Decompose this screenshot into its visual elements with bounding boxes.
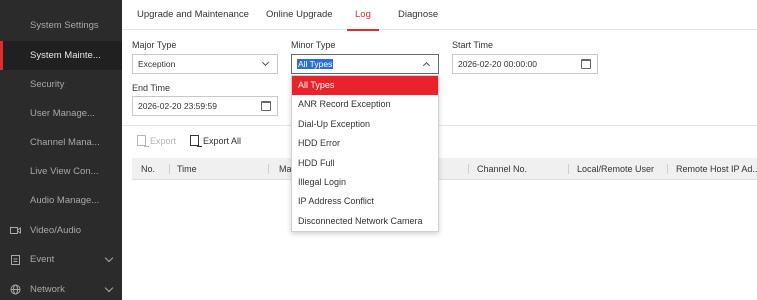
end-time-value: 2026-02-20 23:59:59: [138, 101, 217, 111]
column-divider: [568, 164, 569, 174]
sidebar-item-audio-management[interactable]: Audio Manage...: [0, 186, 122, 215]
column-divider: [169, 164, 170, 174]
sidebar-item-label: Live View Con...: [30, 166, 99, 177]
chevron-down-icon: [104, 253, 114, 263]
column-divider: [468, 164, 469, 174]
sidebar-item-label: Audio Manage...: [30, 195, 100, 206]
dropdown-option-ip-address-conflict[interactable]: IP Address Conflict: [292, 192, 438, 211]
dropdown-option-anr-record-exception[interactable]: ANR Record Exception: [292, 95, 438, 114]
tab-online-upgrade[interactable]: Online Upgrade: [266, 0, 333, 30]
dropdown-option-hdd-error[interactable]: HDD Error: [292, 134, 438, 153]
dropdown-option-all-types[interactable]: All Types: [292, 76, 438, 96]
sidebar-item-label: System Settings: [30, 20, 99, 31]
column-header-user[interactable]: Local/Remote User: [577, 158, 654, 180]
sidebar-item-label: Network: [30, 284, 65, 295]
sidebar-item-label: Channel Mana...: [30, 137, 100, 148]
export-all-label: Export All: [203, 135, 242, 146]
minor-type-value: All Types: [297, 59, 334, 69]
column-header-remote-host-ip[interactable]: Remote Host IP Ad...: [676, 158, 757, 180]
sidebar-item-label: Event: [30, 254, 55, 265]
major-type-select[interactable]: Exception: [132, 54, 278, 74]
calendar-icon[interactable]: [581, 59, 591, 69]
table-header: No. Time Maj Channel No. Local/Remote Us…: [132, 158, 757, 180]
sidebar-item-video-audio[interactable]: Video/Audio: [0, 216, 122, 245]
sidebar-item-label: Security: [30, 79, 65, 90]
export-all-icon: [190, 135, 202, 147]
column-header-time[interactable]: Time: [177, 158, 197, 180]
tab-upgrade-maintenance[interactable]: Upgrade and Maintenance: [137, 0, 249, 30]
start-time-label: Start Time: [452, 40, 494, 50]
sidebar-item-label: Video/Audio: [30, 225, 82, 236]
chevron-down-icon: [104, 283, 114, 293]
export-icon: [137, 135, 149, 147]
tab-diagnose[interactable]: Diagnose: [398, 0, 438, 30]
export-label: Export: [150, 135, 177, 146]
event-icon: [10, 254, 21, 265]
sidebar-item-event[interactable]: Event: [0, 245, 122, 274]
sidebar-item-security[interactable]: Security: [0, 70, 122, 99]
chevron-down-icon: [261, 58, 270, 67]
column-header-channel-no[interactable]: Channel No.: [477, 158, 527, 180]
divider: [122, 125, 757, 126]
start-time-input[interactable]: 2026-02-20 00:00:00: [452, 54, 598, 74]
major-type-value: Exception: [138, 59, 176, 69]
dropdown-option-disconnected-network-camera[interactable]: Disconnected Network Camera: [292, 212, 438, 231]
export-all-button[interactable]: Export All: [190, 135, 242, 147]
end-time-label: End Time: [132, 83, 171, 93]
dropdown-option-dial-up-exception[interactable]: Dial-Up Exception: [292, 115, 438, 134]
sidebar-item-channel-management[interactable]: Channel Mana...: [0, 128, 122, 157]
sidebar-item-system-maintenance[interactable]: System Mainte...: [0, 41, 122, 70]
minor-type-dropdown: All Types ANR Record Exception Dial-Up E…: [291, 75, 439, 232]
column-divider: [268, 164, 269, 174]
start-time-value: 2026-02-20 00:00:00: [458, 59, 537, 69]
sidebar-item-network[interactable]: Network: [0, 275, 122, 300]
tab-bar: Upgrade and Maintenance Online Upgrade L…: [122, 0, 757, 31]
end-time-input[interactable]: 2026-02-20 23:59:59: [132, 96, 278, 116]
sidebar-item-live-view-config[interactable]: Live View Con...: [0, 157, 122, 186]
dropdown-option-hdd-full[interactable]: HDD Full: [292, 154, 438, 173]
minor-type-select[interactable]: All Types: [291, 54, 439, 74]
sidebar-item-system-settings[interactable]: System Settings: [0, 11, 122, 40]
main-content: Upgrade and Maintenance Online Upgrade L…: [122, 0, 757, 300]
major-type-label: Major Type: [132, 40, 177, 50]
minor-type-label: Minor Type: [291, 40, 336, 50]
column-divider: [667, 164, 668, 174]
network-icon: [10, 284, 21, 295]
chevron-up-icon: [422, 61, 431, 70]
sidebar: System Settings System Mainte... Securit…: [0, 0, 122, 300]
export-button[interactable]: Export: [137, 135, 177, 147]
video-icon: [10, 225, 21, 236]
tab-log[interactable]: Log: [347, 0, 379, 31]
column-header-no[interactable]: No.: [141, 158, 155, 180]
sidebar-item-user-management[interactable]: User Manage...: [0, 99, 122, 128]
sidebar-item-label: System Mainte...: [30, 50, 101, 61]
sidebar-item-label: User Manage...: [30, 108, 95, 119]
calendar-icon[interactable]: [261, 101, 271, 111]
dropdown-option-illegal-login[interactable]: Illegal Login: [292, 173, 438, 192]
